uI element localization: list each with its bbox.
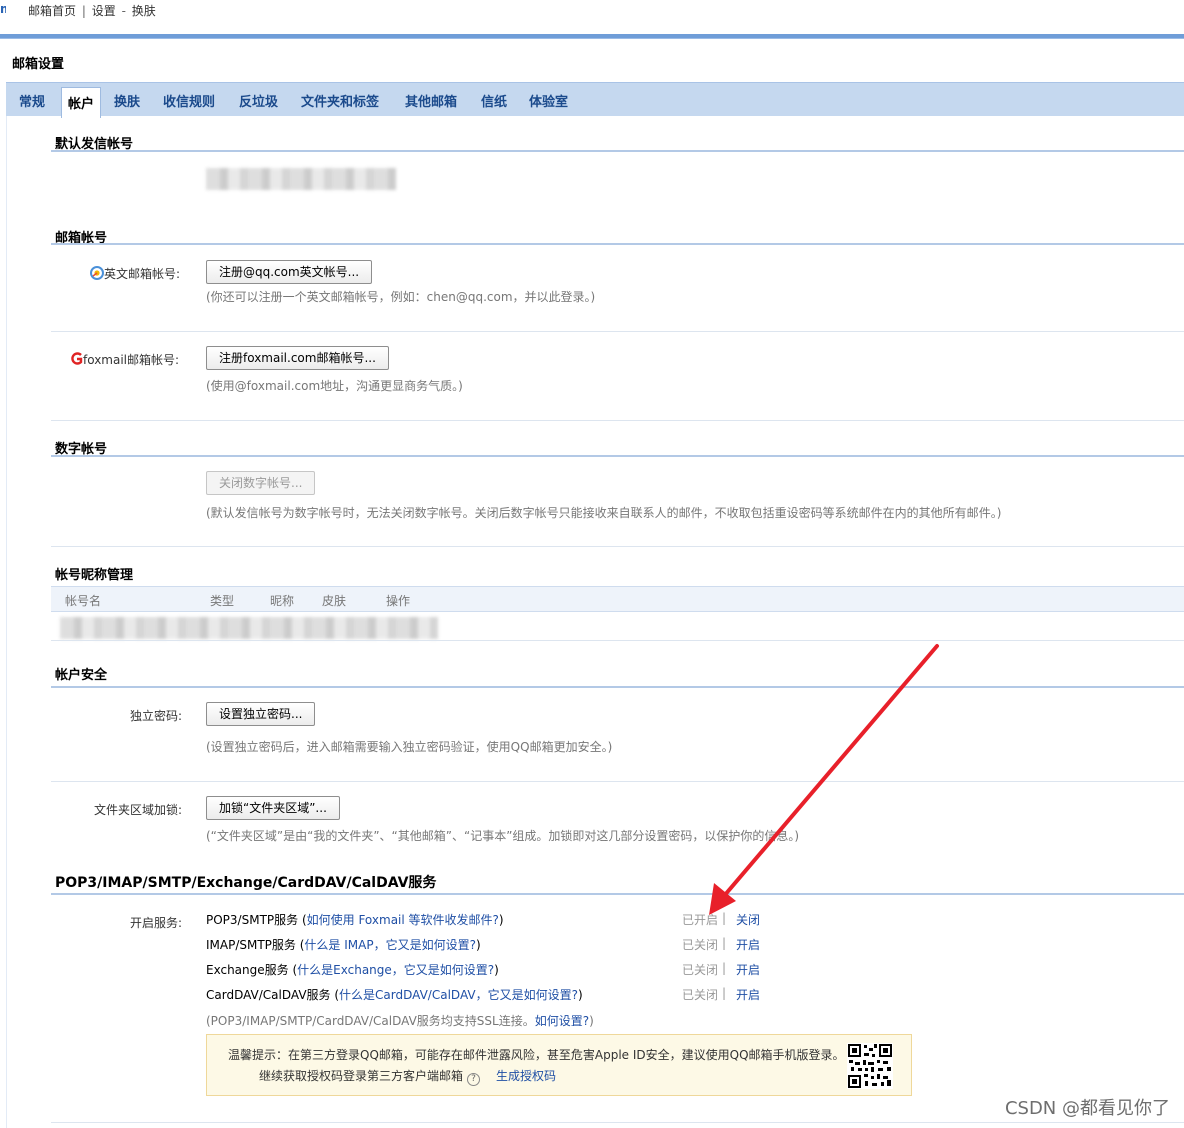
breadcrumb-dash: -: [121, 4, 126, 18]
tab-other-mailboxes[interactable]: 其他邮箱: [405, 91, 457, 110]
mail-logo-icon[interactable]: m: [0, 2, 6, 16]
service-help-link[interactable]: 如何使用 Foxmail 等软件收发邮件?: [307, 913, 499, 927]
folder-lock-hint: (“文件夹区域”是由“我的文件夹”、“其他邮箱”、“记事本”组成。加锁即对这几部…: [206, 829, 800, 843]
register-english-account-button[interactable]: 注册@qq.com英文帐号...: [206, 260, 373, 284]
service-toggle-link[interactable]: 开启: [736, 986, 760, 1003]
service-help-link[interactable]: 什么是CardDAV/CalDAV，它又是如何设置?: [339, 988, 578, 1002]
breadcrumb-separator: |: [81, 4, 86, 18]
service-name: Exchange服务: [206, 963, 289, 977]
service-name: IMAP/SMTP服务: [206, 938, 296, 952]
tip-auth-line: 继续获取授权码登录第三方客户端邮箱? 生成授权码: [259, 1067, 556, 1086]
ssl-help-link[interactable]: 如何设置?: [535, 1014, 589, 1028]
service-status: 已关闭: [682, 988, 719, 1002]
default-sender-value[interactable]: [206, 168, 396, 190]
nickname-table-header: 帐号名 类型 昵称 皮肤 操作: [51, 586, 1184, 612]
security-title: 帐户安全: [55, 668, 108, 683]
service-status: 已开启: [682, 913, 719, 927]
tip-text: 温馨提示：在第三方登录QQ邮箱，可能存在邮件泄露风险，甚至危害Apple ID安…: [228, 1048, 845, 1062]
service-toggle-link[interactable]: 关闭: [736, 911, 760, 928]
tab-account[interactable]: 帐户: [61, 87, 102, 118]
row-divider: [51, 640, 1184, 641]
register-foxmail-account-button[interactable]: 注册foxmail.com邮箱帐号...: [206, 346, 389, 370]
column-header-nickname: 昵称: [270, 594, 295, 608]
service-status: 已关闭: [682, 963, 719, 977]
row-divider: [51, 420, 1184, 421]
nickname-mgmt-title: 帐号昵称管理: [55, 568, 134, 583]
section-divider: [51, 150, 1184, 152]
status-separator: |: [722, 961, 727, 975]
tab-anti-spam[interactable]: 反垃圾: [239, 91, 278, 110]
lock-folder-area-button[interactable]: 加锁“文件夹区域”...: [206, 796, 340, 820]
section-divider: [51, 455, 1184, 457]
row-divider: [51, 781, 1184, 782]
foxmail-account-label: foxmail邮箱帐号:: [70, 351, 179, 368]
section-divider: [51, 243, 1184, 245]
service-help-link[interactable]: 什么是 IMAP，它又是如何设置?: [304, 938, 476, 952]
tab-skin[interactable]: 换肤: [114, 91, 140, 110]
tab-folders-labels[interactable]: 文件夹和标签: [301, 91, 379, 110]
services-title: POP3/IMAP/SMTP/Exchange/CardDAV/CalDAV服务: [55, 875, 437, 891]
settings-tabs: 常规 帐户 换肤 收信规则 反垃圾 文件夹和标签 其他邮箱 信纸 体验室: [6, 82, 1184, 118]
qr-code-icon[interactable]: [847, 1043, 893, 1089]
english-account-label: 英文邮箱帐号:: [90, 265, 180, 282]
close-digital-account-button: 关闭数字帐号...: [206, 471, 316, 495]
row-divider: [51, 1122, 1184, 1123]
status-separator: |: [722, 986, 727, 1000]
content-border: [6, 116, 7, 1128]
enable-services-label: 开启服务:: [130, 916, 183, 930]
foxmail-account-label-text: foxmail邮箱帐号:: [83, 353, 180, 367]
warning-tip-box: 温馨提示：在第三方登录QQ邮箱，可能存在邮件泄露风险，甚至危害Apple ID安…: [206, 1034, 912, 1096]
service-name: POP3/SMTP服务: [206, 913, 299, 927]
english-account-hint: (你还可以注册一个英文邮箱帐号，例如：chen@qq.com，并以此登录。): [206, 290, 596, 304]
service-name: CardDAV/CalDAV服务: [206, 988, 331, 1002]
service-pop3-smtp: POP3/SMTP服务 (如何使用 Foxmail 等软件收发邮件?): [206, 913, 504, 927]
folder-lock-label: 文件夹区域加锁:: [94, 803, 183, 817]
foxmail-account-hint: (使用@foxmail.com地址，沟通更显商务气质。): [206, 379, 463, 393]
tab-general[interactable]: 常规: [19, 91, 45, 110]
tip-auth-text: 继续获取授权码登录第三方客户端邮箱: [259, 1069, 464, 1083]
generate-auth-code-link[interactable]: 生成授权码: [496, 1069, 556, 1083]
breadcrumb-current: 换肤: [131, 4, 156, 18]
set-independent-password-button[interactable]: 设置独立密码...: [206, 702, 316, 726]
ssl-note-text: (POP3/IMAP/SMTP/CardDAV/CalDAV服务均支持SSL连接…: [206, 1014, 535, 1028]
service-carddav-caldav: CardDAV/CalDAV服务 (什么是CardDAV/CalDAV，它又是如…: [206, 988, 583, 1002]
english-account-label-text: 英文邮箱帐号:: [104, 267, 181, 281]
independent-password-hint: (设置独立密码后，进入邮箱需要输入独立密码验证，使用QQ邮箱更加安全。): [206, 740, 613, 754]
csdn-watermark: CSDN @都看见你了: [1004, 1098, 1170, 1119]
column-header-account: 帐号名: [65, 594, 102, 608]
breadcrumb-home[interactable]: 邮箱首页: [28, 4, 76, 18]
breadcrumb: 邮箱首页 | 设置 - 换肤: [28, 2, 156, 19]
tab-mail-rules[interactable]: 收信规则: [163, 91, 215, 110]
tab-lab[interactable]: 体验室: [529, 91, 568, 110]
section-divider: [51, 893, 1184, 895]
row-divider: [51, 546, 1184, 547]
question-circle-icon[interactable]: ?: [467, 1073, 481, 1086]
page-title: 邮箱设置: [12, 57, 65, 72]
header-divider: [0, 34, 1184, 39]
section-divider: [51, 686, 1184, 688]
service-exchange: Exchange服务 (什么是Exchange，它又是如何设置?): [206, 963, 499, 977]
ssl-note: (POP3/IMAP/SMTP/CardDAV/CalDAV服务均支持SSL连接…: [206, 1012, 594, 1029]
breadcrumb-settings[interactable]: 设置: [92, 4, 116, 18]
status-separator: |: [722, 936, 727, 950]
status-separator: |: [722, 911, 727, 925]
foxmail-g-icon: [71, 352, 83, 365]
service-toggle-link[interactable]: 开启: [736, 961, 760, 978]
service-status: 已关闭: [682, 938, 719, 952]
service-toggle-link[interactable]: 开启: [736, 936, 760, 953]
independent-password-label: 独立密码:: [130, 709, 183, 723]
table-row[interactable]: [60, 617, 438, 639]
ssl-note-close: ): [589, 1014, 594, 1028]
top-bar: m 邮箱首页 | 设置 - 换肤: [0, 0, 1184, 34]
tab-stationery[interactable]: 信纸: [481, 91, 507, 110]
service-help-link[interactable]: 什么是Exchange，它又是如何设置?: [297, 963, 494, 977]
column-header-skin: 皮肤: [322, 594, 347, 608]
qq-circle-icon: [90, 266, 104, 280]
digital-account-hint: (默认发信帐号为数字帐号时，无法关闭数字帐号。关闭后数字帐号只能接收来自联系人的…: [206, 506, 1002, 520]
red-annotation-arrow: [709, 644, 939, 915]
column-header-type: 类型: [210, 594, 235, 608]
row-divider: [51, 331, 1184, 332]
service-imap-smtp: IMAP/SMTP服务 (什么是 IMAP，它又是如何设置?): [206, 938, 481, 952]
column-header-action: 操作: [386, 594, 411, 608]
